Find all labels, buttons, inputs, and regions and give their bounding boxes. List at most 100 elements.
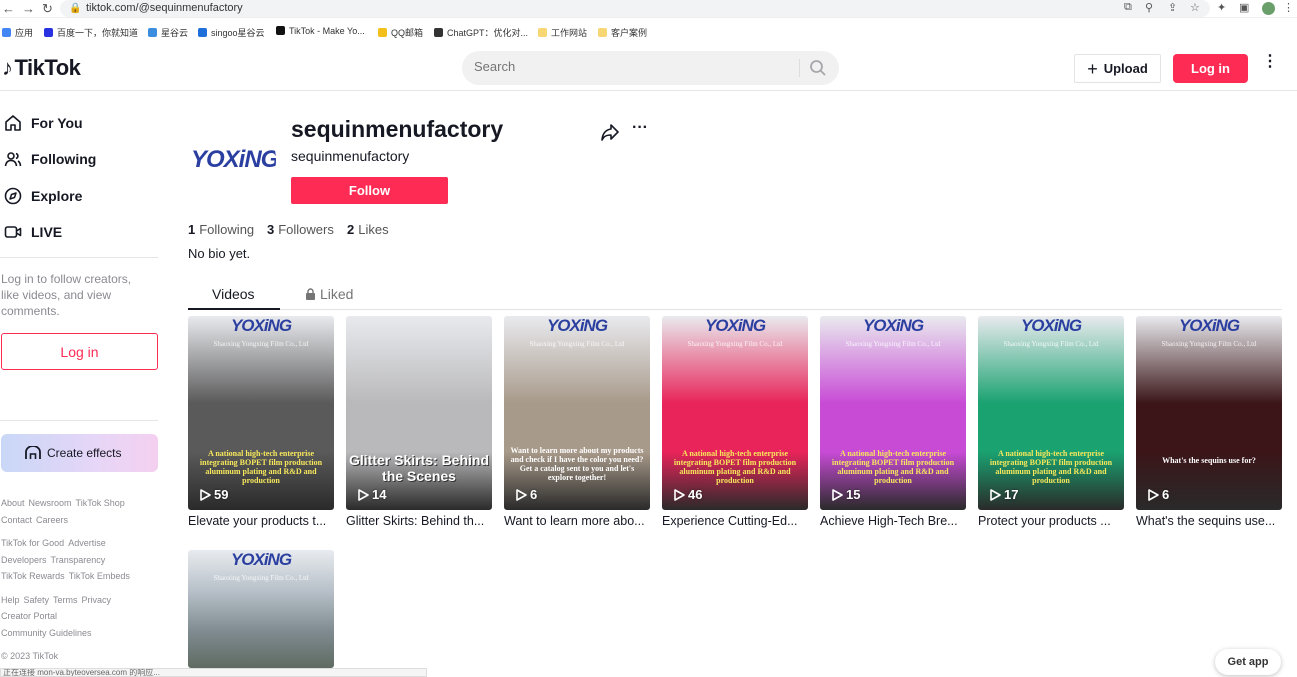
footer-link[interactable]: TikTok for Good <box>1 538 64 548</box>
view-count-value: 6 <box>530 487 538 502</box>
video-card[interactable]: YOXiNG Shaoxing Yongxing Film Co., Ltd A n… <box>978 316 1124 528</box>
forward-icon[interactable]: → <box>22 1 35 16</box>
video-card[interactable]: Glitter Skirts: Behind the Scenes 14 Glitt… <box>346 316 492 528</box>
following-count: 1 <box>188 222 196 237</box>
bookmark-label: TikTok - Make Yo... <box>289 26 365 36</box>
footer-link[interactable]: Privacy <box>82 595 112 605</box>
upload-button[interactable]: + Upload <box>1074 54 1161 83</box>
play-icon <box>832 488 843 501</box>
search-icon[interactable] <box>809 59 827 77</box>
video-card[interactable]: YOXiNG Shaoxing Yongxing Film Co., Ltd A n… <box>662 316 808 528</box>
bookmark-label: 星谷云 <box>161 28 189 38</box>
video-caption[interactable]: Protect your products ... <box>978 514 1124 528</box>
video-logo-text: YOXiNG <box>862 316 924 335</box>
footer-link[interactable]: Creator Portal <box>1 611 57 621</box>
bookmark-favicon-icon <box>434 28 443 37</box>
bookmark-item[interactable]: singoo星谷云 <box>198 26 265 39</box>
reload-icon[interactable]: ↻ <box>42 1 53 17</box>
video-card[interactable]: YOXiNG Shaoxing Yongxing Film Co., Ltd Wan… <box>504 316 650 528</box>
tiktok-logo[interactable]: ♪TikTok <box>2 55 81 81</box>
create-effects-label: Create effects <box>47 446 122 460</box>
footer-link[interactable]: About <box>1 498 25 508</box>
footer-link[interactable]: Developers <box>1 555 47 565</box>
search-input[interactable] <box>474 59 794 74</box>
share-icon[interactable] <box>600 122 620 142</box>
footer-link[interactable]: Careers <box>36 515 68 525</box>
video-thumbnail[interactable]: YOXiNG Shaoxing Yongxing Film Co., Ltd A n… <box>662 316 808 510</box>
zoom-icon[interactable]: ⚲ <box>1145 1 1153 14</box>
sidebar-login-button[interactable]: Log in <box>1 333 158 370</box>
follow-button[interactable]: Follow <box>291 177 448 204</box>
address-bar[interactable]: 🔒 tiktok.com/@sequinmenufactory <box>60 0 1210 17</box>
footer-link[interactable]: TikTok Shop <box>76 498 125 508</box>
star-icon[interactable]: ☆ <box>1190 1 1200 14</box>
footer-links-row: Community Guidelines <box>1 628 96 638</box>
video-card[interactable]: YOXiNG Shaoxing Yongxing Film Co., Ltd A n… <box>820 316 966 528</box>
video-thumbnail[interactable]: YOXiNG Shaoxing Yongxing Film Co., Ltd Wan… <box>504 316 650 510</box>
sidebar-item-explore[interactable]: Explore <box>4 187 82 205</box>
video-card[interactable]: YOXiNG Shaoxing Yongxing Film Co., Ltd <box>188 550 334 668</box>
bookmark-favicon-icon <box>198 28 207 37</box>
bookmark-item[interactable]: 百度一下，你就知道 <box>44 26 138 39</box>
footer-link[interactable]: Community Guidelines <box>1 628 92 638</box>
sidepanel-icon[interactable]: ▣ <box>1239 1 1249 14</box>
more-options-icon[interactable]: ⋮ <box>1262 54 1278 70</box>
open-external-icon[interactable]: ⧉ <box>1124 1 1132 14</box>
footer-link[interactable]: Help <box>1 595 20 605</box>
footer-link[interactable]: TikTok Rewards <box>1 571 65 581</box>
bookmarks-bar: 应用 百度一下，你就知道 星谷云 singoo星谷云 TikTok - Make Yo.… <box>0 22 1297 42</box>
tab-underline <box>188 308 280 310</box>
bookmark-item[interactable]: 星谷云 <box>148 26 188 39</box>
bookmark-item[interactable]: 应用 <box>2 26 33 39</box>
back-icon[interactable]: ← <box>2 1 15 16</box>
sidebar-item-for-you[interactable]: For You <box>4 114 83 132</box>
video-thumbnail[interactable]: Glitter Skirts: Behind the Scenes 14 <box>346 316 492 510</box>
bookmark-item[interactable]: 工作网站 <box>538 26 587 39</box>
footer-link[interactable]: Newsroom <box>29 498 72 508</box>
video-caption[interactable]: Glitter Skirts: Behind th... <box>346 514 492 528</box>
extensions-icon[interactable]: ✦ <box>1217 1 1226 14</box>
video-thumbnail[interactable]: YOXiNG Shaoxing Yongxing Film Co., Ltd A n… <box>188 316 334 510</box>
search-box[interactable] <box>462 51 839 85</box>
footer-link[interactable]: Safety <box>24 595 50 605</box>
tab-liked[interactable]: Liked <box>305 286 353 302</box>
sidebar-item-live[interactable]: LIVE <box>4 223 62 241</box>
video-logo-text: YOXiNG <box>230 550 292 569</box>
footer-link[interactable]: Transparency <box>51 555 106 565</box>
profile-avatar-icon[interactable] <box>1262 2 1275 15</box>
plus-icon: + <box>1087 58 1098 79</box>
video-thumbnail[interactable]: YOXiNG Shaoxing Yongxing Film Co., Ltd <box>188 550 334 668</box>
profile-more-icon[interactable]: ··· <box>632 120 648 136</box>
stat-followers[interactable]: 3 Followers <box>267 222 334 237</box>
footer-link[interactable]: Terms <box>53 595 78 605</box>
video-thumbnail[interactable]: YOXiNG Shaoxing Yongxing Film Co., Ltd A n… <box>978 316 1124 510</box>
sidebar-item-following[interactable]: Following <box>4 150 96 168</box>
video-thumbnail[interactable]: YOXiNG Shaoxing Yongxing Film Co., Ltd A n… <box>820 316 966 510</box>
footer-link[interactable]: Advertise <box>68 538 106 548</box>
video-caption[interactable]: Elevate your products t... <box>188 514 334 528</box>
bookmark-item[interactable]: ChatGPT：优化对... <box>434 26 528 39</box>
view-count-value: 17 <box>1004 487 1019 502</box>
bookmark-item[interactable]: TikTok - Make Yo... <box>276 26 365 36</box>
bookmark-item[interactable]: QQ邮箱 <box>378 26 423 39</box>
video-card[interactable]: YOXiNG Shaoxing Yongxing Film Co., Ltd A n… <box>188 316 334 528</box>
stat-following[interactable]: 1 Following <box>188 222 254 237</box>
share-page-icon[interactable]: ⇪ <box>1168 1 1177 14</box>
get-app-button[interactable]: Get app <box>1215 649 1281 675</box>
bookmark-item[interactable]: 客户案例 <box>598 26 647 39</box>
browser-menu-icon[interactable]: ⋮ <box>1283 1 1294 14</box>
video-caption[interactable]: Achieve High-Tech Bre... <box>820 514 966 528</box>
video-thumbnail[interactable]: YOXiNG Shaoxing Yongxing Film Co., Ltd Wha… <box>1136 316 1282 510</box>
video-card[interactable]: YOXiNG Shaoxing Yongxing Film Co., Ltd Wha… <box>1136 316 1282 528</box>
tab-videos[interactable]: Videos <box>212 286 255 302</box>
bookmark-favicon-icon <box>44 28 53 37</box>
footer-link[interactable]: TikTok Embeds <box>69 571 130 581</box>
video-caption[interactable]: What's the sequins use... <box>1136 514 1282 528</box>
footer-link[interactable]: Contact <box>1 515 32 525</box>
video-caption[interactable]: Experience Cutting-Ed... <box>662 514 808 528</box>
video-caption[interactable]: Want to learn more abo... <box>504 514 650 528</box>
create-effects-button[interactable]: Create effects <box>1 434 158 472</box>
play-icon <box>674 488 685 501</box>
header-login-button[interactable]: Log in <box>1173 54 1248 83</box>
footer-links-row: Developers Transparency <box>1 555 109 565</box>
